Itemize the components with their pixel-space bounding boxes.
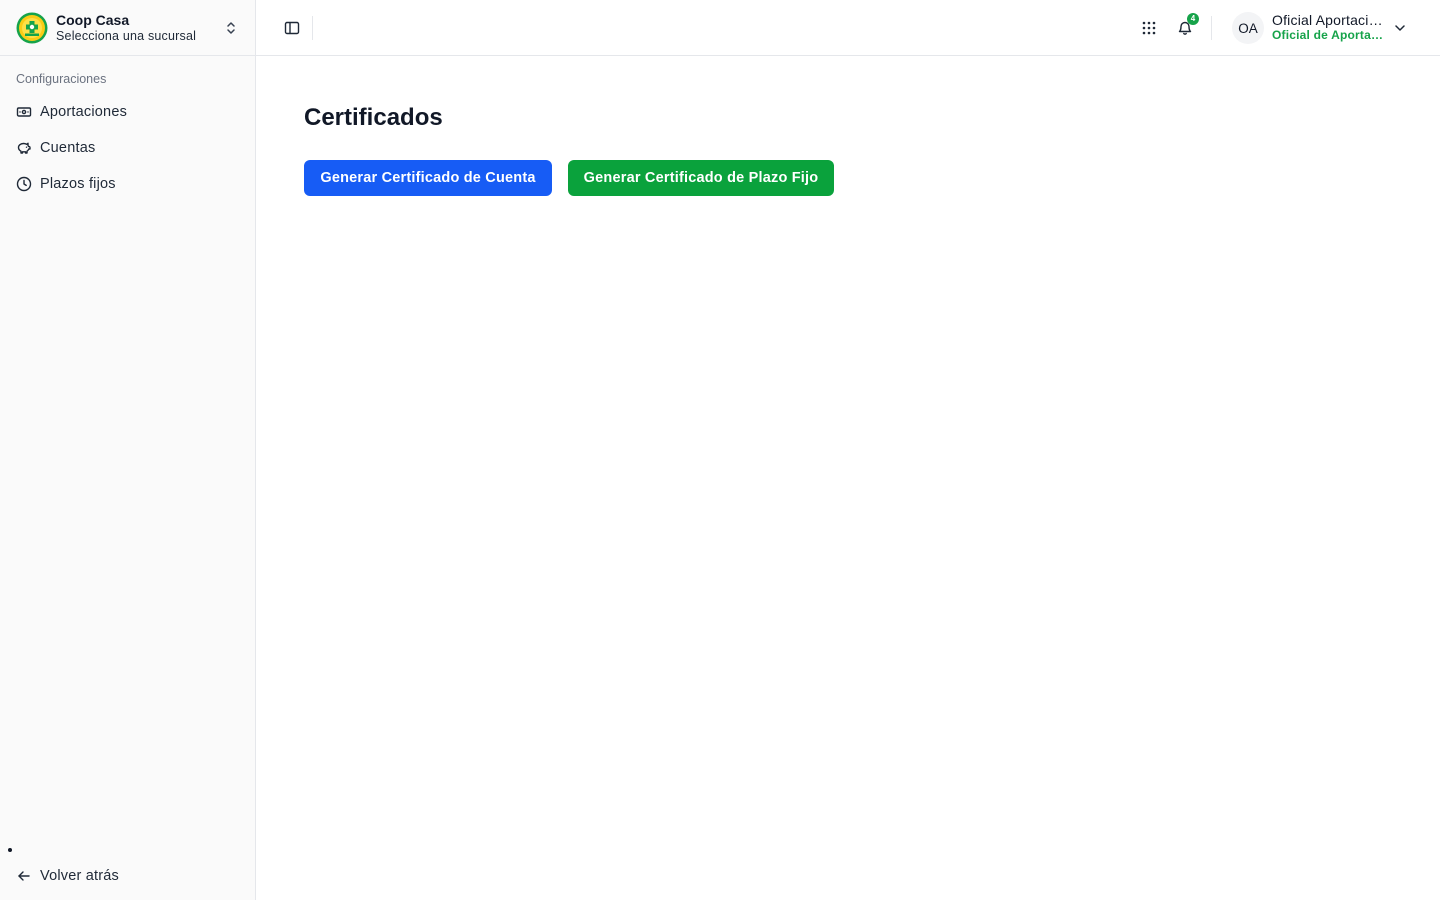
sidebar-toggle-button[interactable] (280, 16, 304, 40)
panel-left-icon (284, 21, 300, 35)
chevrons-up-down-icon (227, 22, 235, 34)
user-name: Oficial Aportaciones (1272, 13, 1388, 28)
user-menu[interactable]: OA Oficial Aportaciones Oficial de Aport… (1232, 8, 1422, 48)
coop-logo-icon (16, 12, 48, 43)
notification-count-badge: 4 (1187, 13, 1199, 25)
org-name: Coop Casa (56, 11, 130, 28)
sidebar-item-label: Plazos fijos (40, 176, 116, 192)
avatar: OA (1232, 12, 1264, 44)
sidebar-item-cuentas[interactable]: Cuentas (8, 132, 248, 164)
arrow-left-icon (18, 871, 30, 881)
user-role: Oficial de Aportaciones (1272, 28, 1388, 42)
chevron-down-icon (1395, 25, 1405, 31)
sidebar-item-plazos-fijos[interactable]: Plazos fijos (8, 168, 248, 200)
generate-account-certificate-button[interactable]: Generar Certificado de Cuenta (304, 160, 552, 196)
banknote-icon (16, 107, 32, 117)
apps-grid-button[interactable] (1137, 16, 1161, 40)
clock-icon (16, 176, 32, 192)
sidebar: Coop Casa Selecciona una sucursal Config… (0, 0, 256, 900)
topbar: 4 OA Oficial Aportaciones Oficial de Apo… (256, 0, 1440, 56)
back-link[interactable]: Volver atrás (8, 860, 248, 892)
branch-selector-hint: Selecciona una sucursal (56, 28, 197, 43)
sidebar-item-aportaciones[interactable]: Aportaciones (8, 96, 248, 128)
decorative-dot (8, 848, 12, 852)
org-switcher[interactable]: Coop Casa Selecciona una sucursal (0, 0, 255, 56)
topbar-divider (312, 16, 313, 40)
sidebar-item-label: Aportaciones (40, 104, 128, 120)
back-link-label: Volver atrás (40, 868, 119, 884)
sidebar-item-label: Cuentas (40, 140, 96, 156)
nav-section-label: Configuraciones (16, 72, 107, 86)
generate-fixed-term-certificate-button[interactable]: Generar Certificado de Plazo Fijo (568, 160, 834, 196)
topbar-divider (1211, 16, 1212, 40)
page-title: Certificados (304, 104, 443, 131)
grid-icon (1142, 21, 1156, 35)
piggy-bank-icon (17, 142, 31, 154)
